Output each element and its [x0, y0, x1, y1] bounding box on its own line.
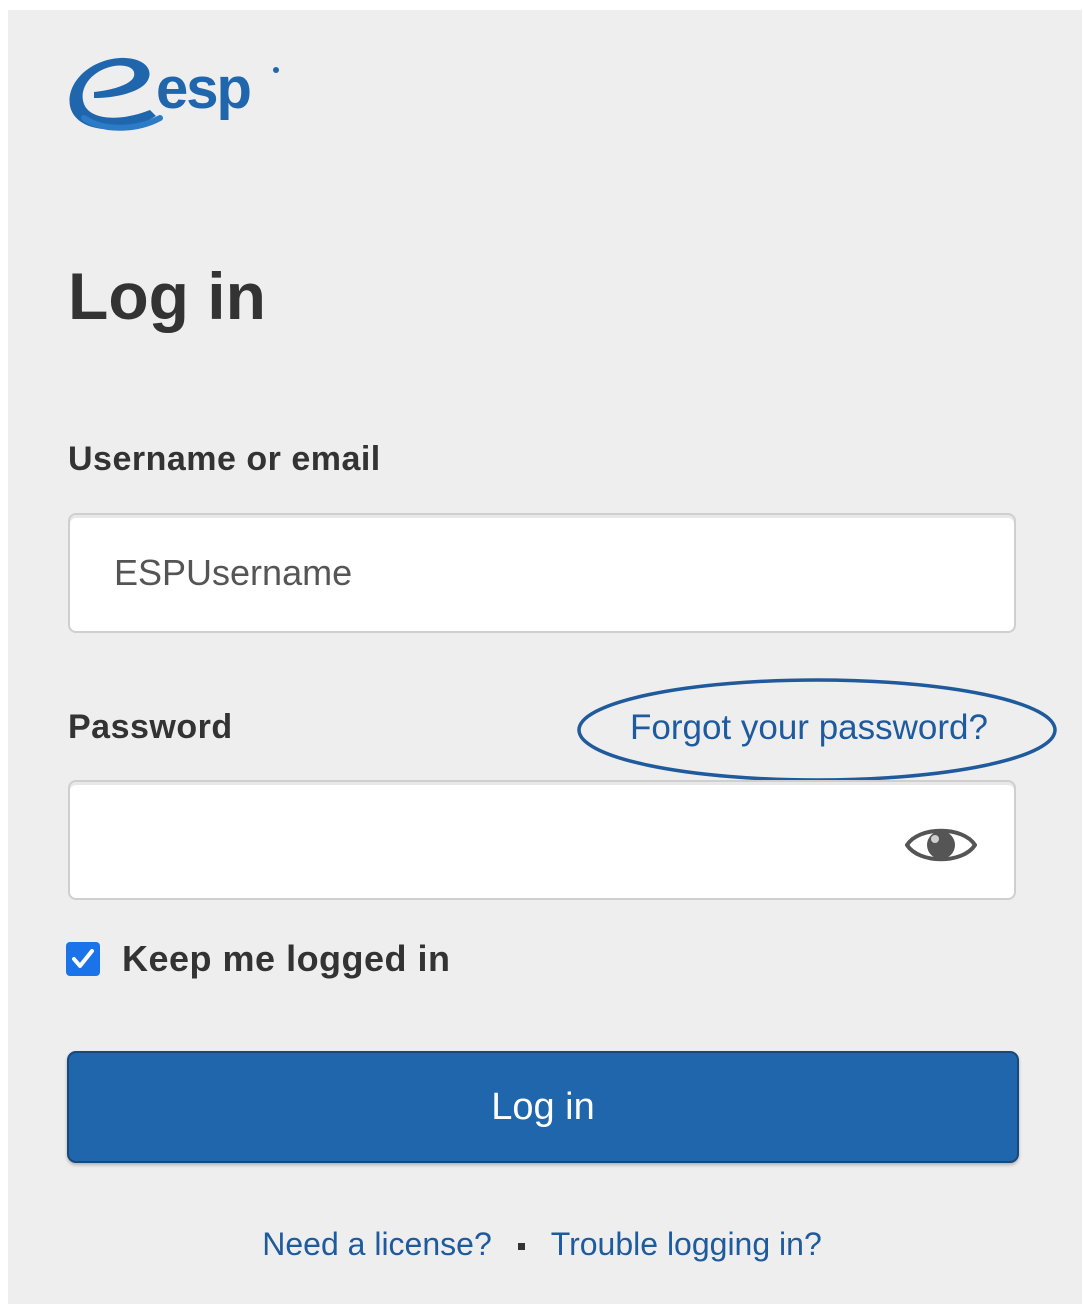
keep-logged-in-label: Keep me logged in	[122, 938, 451, 979]
separator-dot	[517, 1243, 525, 1251]
esp-logo: esp	[64, 46, 284, 138]
trouble-logging-in-link[interactable]: Trouble logging in?	[551, 1226, 822, 1262]
forgot-password-link[interactable]: Forgot your password?	[630, 708, 988, 748]
eye-icon[interactable]	[904, 820, 978, 870]
footer-links: Need a license? Trouble logging in?	[0, 1226, 1084, 1263]
keep-logged-in-checkbox[interactable]	[66, 942, 100, 976]
login-button[interactable]: Log in	[67, 1051, 1019, 1163]
forgot-password-container: Forgot your password?	[576, 676, 1060, 784]
need-license-link[interactable]: Need a license?	[262, 1226, 491, 1262]
page-title: Log in	[68, 259, 266, 333]
keep-logged-in-row: Keep me logged in	[66, 938, 451, 980]
password-label: Password	[68, 708, 233, 746]
username-input[interactable]	[68, 513, 1016, 633]
password-input[interactable]	[68, 780, 1016, 900]
checkmark-icon	[72, 949, 94, 968]
username-label: Username or email	[68, 440, 381, 478]
logo-wordmark: esp	[156, 56, 251, 121]
